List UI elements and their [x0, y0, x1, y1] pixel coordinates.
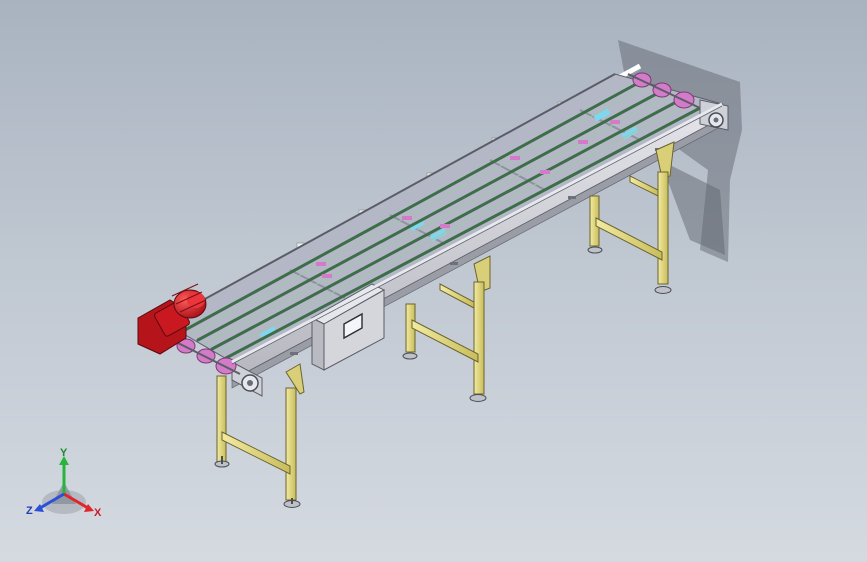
- conveyor-deck: [161, 73, 724, 363]
- 3d-viewport[interactable]: Y X Z: [0, 0, 867, 562]
- z-axis-label: Z: [26, 505, 33, 517]
- orientation-triad[interactable]: Y X Z: [24, 446, 110, 526]
- conveyor-model[interactable]: [0, 0, 867, 562]
- x-axis-label: X: [94, 507, 102, 519]
- y-axis-label: Y: [60, 447, 68, 459]
